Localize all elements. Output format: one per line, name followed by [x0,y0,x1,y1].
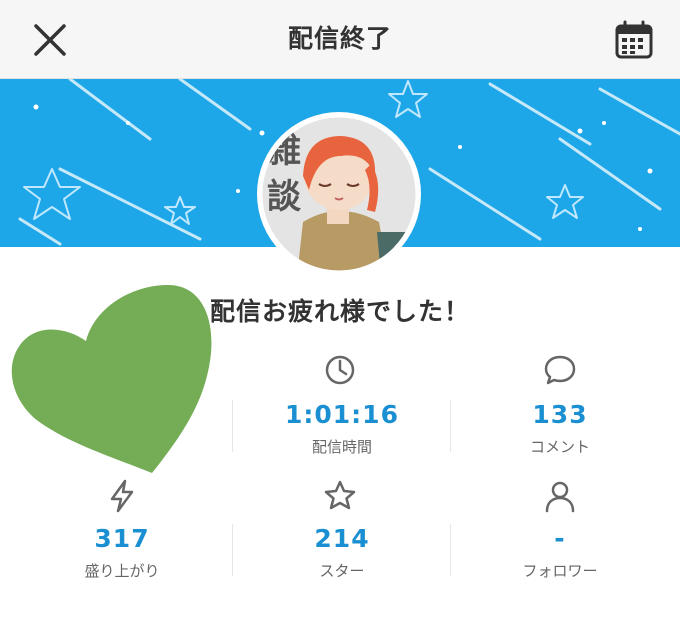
avatar[interactable]: 雑 談 [257,112,421,276]
comment-count-value: 133 [532,400,588,429]
page-title: 配信終了 [287,24,392,53]
star-count-value: 214 [314,524,370,553]
divider [232,400,233,452]
header-bar: 配信終了 [0,0,680,79]
star-count-label: スター [319,562,365,580]
stream-time-value: 1:01:16 [285,400,399,429]
clock-icon [325,355,355,385]
follower-count-label: フォロワー [522,562,598,580]
calendar-icon[interactable] [612,18,656,62]
follower-count-value: - [554,524,566,553]
comment-count-label: コメント [529,438,590,456]
lightning-icon [110,479,134,513]
excitement-label: 盛り上がり [84,562,160,580]
star-icon [324,480,356,510]
divider [450,524,451,576]
divider [450,400,451,452]
divider [232,524,233,576]
stream-time-label: 配信時間 [311,438,372,456]
avatar-badge-bottom: 談 [267,177,302,217]
heart-sticker [11,285,212,473]
comment-icon [544,355,576,385]
excitement-value: 317 [94,524,150,553]
person-icon [545,481,575,513]
